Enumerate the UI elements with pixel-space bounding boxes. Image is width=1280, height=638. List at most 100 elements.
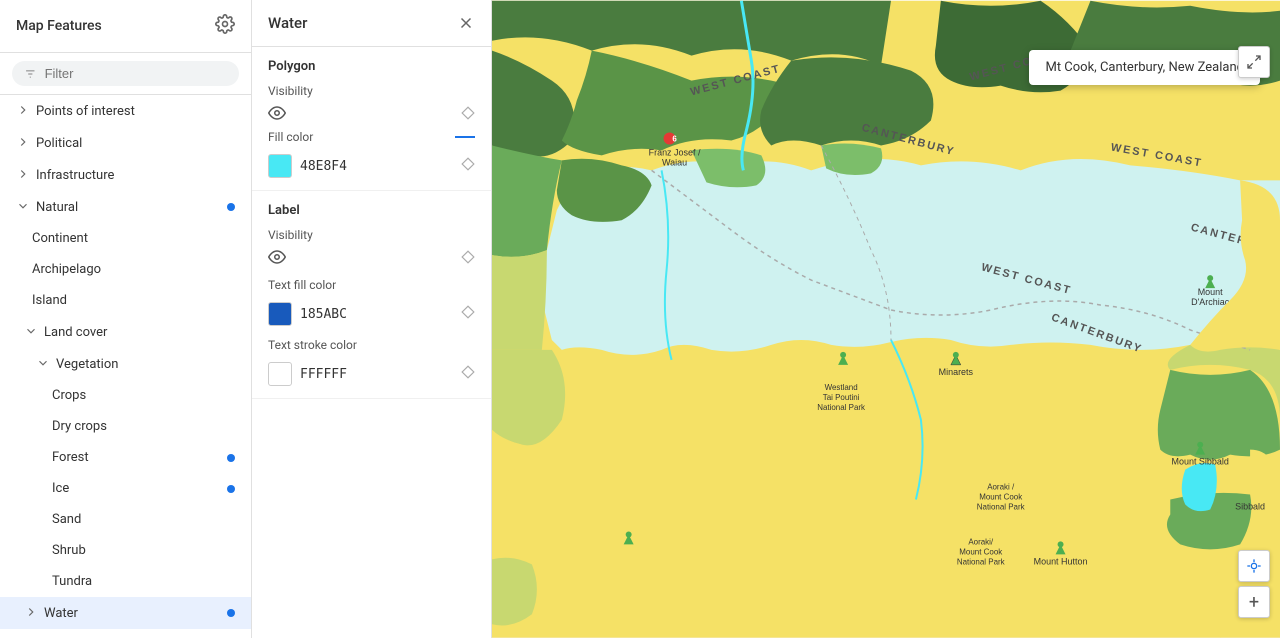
modified-dot — [227, 485, 235, 493]
filter-input[interactable] — [45, 66, 227, 81]
sidebar-item-points-of-interest[interactable]: Points of interest — [0, 95, 251, 127]
sidebar-item-water[interactable]: Water — [0, 597, 251, 629]
text-stroke-color-row[interactable]: FFFFFF — [268, 362, 347, 386]
fill-color-swatch[interactable] — [268, 154, 292, 178]
sidebar-item-label: Vegetation — [56, 357, 235, 372]
svg-text:Mount: Mount — [1198, 287, 1223, 297]
panel-header: Water — [252, 0, 491, 47]
text-fill-color-row[interactable]: 185ABC — [268, 302, 347, 326]
map-zoom-controls: + — [1238, 550, 1270, 618]
filter-icon — [24, 67, 37, 81]
plus-icon: + — [1249, 592, 1259, 613]
map-area[interactable]: zoom: 11 lat: -43.503 lng: 170.306 — [492, 0, 1280, 638]
fullscreen-icon — [1246, 54, 1262, 70]
sidebar-item-archipelago[interactable]: Archipelago — [0, 254, 251, 285]
sidebar-item-label: Shrub — [52, 543, 235, 558]
svg-text:Minarets: Minarets — [939, 367, 974, 377]
fill-color-row[interactable]: 48E8F4 — [268, 154, 347, 178]
eye-icon[interactable] — [268, 104, 286, 122]
svg-text:Westland: Westland — [825, 383, 858, 392]
sidebar-item-forest[interactable]: Forest — [0, 442, 251, 473]
sidebar-item-sand[interactable]: Sand — [0, 504, 251, 535]
text-fill-color-label: Text fill color — [268, 278, 475, 292]
close-button[interactable] — [457, 14, 475, 32]
sidebar-item-label: Dry crops — [52, 419, 235, 434]
sidebar: Map Features Points of interest — [0, 0, 252, 638]
sidebar-item-political[interactable]: Political — [0, 127, 251, 159]
sidebar-item-label: Sand — [52, 512, 235, 527]
polygon-visibility-row — [268, 104, 475, 122]
diamond-icon[interactable] — [461, 106, 475, 120]
fill-color-value: 48E8F4 — [300, 159, 347, 174]
chevron-down-icon — [36, 356, 52, 372]
chevron-down-icon — [16, 199, 32, 215]
svg-text:Mount Cook: Mount Cook — [979, 493, 1022, 502]
sidebar-item-label: Tundra — [52, 574, 235, 589]
sidebar-item-ice[interactable]: Ice — [0, 473, 251, 504]
sidebar-item-shrub[interactable]: Shrub — [0, 535, 251, 566]
filter-input-container — [12, 61, 239, 86]
sidebar-item-natural[interactable]: Natural — [0, 191, 251, 223]
sidebar-item-land-cover[interactable]: Land cover — [0, 316, 251, 348]
chevron-down-icon — [24, 324, 40, 340]
fullscreen-button[interactable] — [1238, 46, 1270, 78]
text-stroke-color-swatch[interactable] — [268, 362, 292, 386]
sidebar-item-continent[interactable]: Continent — [0, 223, 251, 254]
gear-icon[interactable] — [215, 14, 235, 38]
sidebar-item-label: Ice — [52, 481, 235, 496]
svg-text:Franz Josef /: Franz Josef / — [649, 147, 701, 157]
sidebar-header: Map Features — [0, 0, 251, 53]
panel-title: Water — [268, 14, 307, 32]
diamond-icon[interactable] — [461, 157, 475, 171]
svg-text:National Park: National Park — [957, 557, 1005, 566]
tooltip-text: Mt Cook, Canterbury, New Zealand — [1045, 60, 1244, 75]
sidebar-item-dry-crops[interactable]: Dry crops — [0, 411, 251, 442]
sidebar-item-background[interactable]: Background — [0, 629, 251, 638]
polygon-section-title: Polygon — [268, 59, 475, 74]
diamond-icon[interactable] — [461, 365, 475, 379]
label-section: Label Visibility Text fill color 185ABC — [252, 191, 491, 399]
sidebar-title: Map Features — [16, 18, 102, 34]
svg-text:Aoraki/: Aoraki/ — [968, 537, 994, 546]
sidebar-item-label: Continent — [32, 231, 235, 246]
sidebar-item-label: Forest — [52, 450, 235, 465]
diamond-icon[interactable] — [461, 305, 475, 319]
filter-bar — [0, 53, 251, 95]
sidebar-item-label: Island — [32, 293, 235, 308]
sidebar-item-label: Infrastructure — [36, 168, 235, 183]
diamond-icon[interactable] — [461, 250, 475, 264]
sidebar-item-crops[interactable]: Crops — [0, 380, 251, 411]
polygon-section: Polygon Visibility Fill color — [252, 47, 491, 191]
sidebar-item-tundra[interactable]: Tundra — [0, 566, 251, 597]
sidebar-item-label: Land cover — [44, 325, 235, 340]
svg-text:Mount Sibbald: Mount Sibbald — [1172, 457, 1229, 467]
eye-icon[interactable] — [268, 248, 286, 266]
fill-color-label: Fill color — [268, 130, 475, 144]
chevron-right-icon — [16, 135, 32, 151]
sidebar-item-island[interactable]: Island — [0, 285, 251, 316]
svg-text:National Park: National Park — [977, 503, 1025, 512]
sidebar-item-infrastructure[interactable]: Infrastructure — [0, 159, 251, 191]
label-visibility-row — [268, 248, 475, 266]
modified-dot — [227, 203, 235, 211]
zoom-in-button[interactable]: + — [1238, 586, 1270, 618]
sidebar-item-vegetation[interactable]: Vegetation — [0, 348, 251, 380]
label-visibility-label: Visibility — [268, 228, 475, 242]
map-svg: WEST COAST WEST COAST CANTERBURY WEST CO… — [492, 0, 1280, 638]
svg-text:National Park: National Park — [817, 403, 865, 412]
text-fill-color-value: 185ABC — [300, 307, 347, 322]
chevron-right-icon — [24, 605, 40, 621]
svg-text:6: 6 — [672, 134, 677, 143]
svg-text:Mount Cook: Mount Cook — [959, 547, 1002, 556]
modified-dot — [227, 454, 235, 462]
text-fill-color-swatch[interactable] — [268, 302, 292, 326]
sidebar-list: Points of interest Political Infrastruct… — [0, 95, 251, 638]
location-button[interactable] — [1238, 550, 1270, 582]
visibility-label: Visibility — [268, 84, 475, 98]
chevron-right-icon — [16, 167, 32, 183]
modified-dot — [227, 609, 235, 617]
sidebar-item-label: Water — [44, 606, 235, 621]
sidebar-item-label: Points of interest — [36, 104, 235, 119]
svg-text:D'Archiac: D'Archiac — [1191, 297, 1230, 307]
label-section-title: Label — [268, 203, 475, 218]
